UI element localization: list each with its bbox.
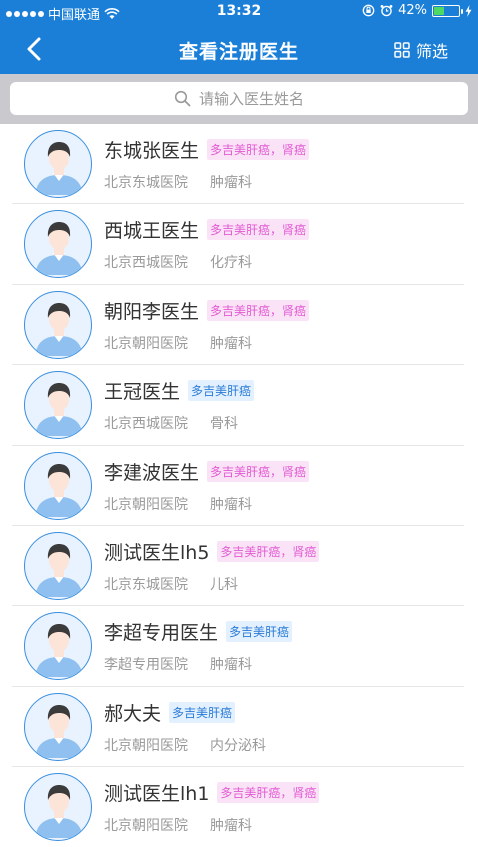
doctor-name-line: 李建波医生 多吉美肝癌，肾癌 xyxy=(104,458,310,485)
doctor-avatar-icon xyxy=(35,624,83,678)
doctor-name-line: 测试医生lh5 多吉美肝癌，肾癌 xyxy=(104,538,320,565)
disease-tag: 多吉美肝癌，肾癌 xyxy=(207,460,310,482)
disease-tag: 多吉美肝癌 xyxy=(188,380,255,402)
doctor-avatar-icon xyxy=(35,704,83,758)
department-name: 肿瘤科 xyxy=(210,657,252,674)
doctor-meta: 北京朝阳医院 肿瘤科 xyxy=(104,494,252,514)
battery-percent: 42% xyxy=(398,3,427,18)
disease-tag: 多吉美肝癌，肾癌 xyxy=(217,782,320,804)
hospital-name: 北京东城医院 xyxy=(104,576,188,593)
doctor-name: 王冠医生 xyxy=(104,381,181,404)
department-name: 内分泌科 xyxy=(210,737,266,754)
avatar xyxy=(24,612,92,681)
doctor-avatar-icon xyxy=(35,463,83,517)
avatar xyxy=(24,531,92,600)
doctor-name: 李建波医生 xyxy=(104,461,200,484)
doctor-list: 东城张医生 多吉美肝癌，肾癌 北京东城医院 肿瘤科 西城王医生 多吉美肝癌，肾癌… xyxy=(0,124,478,847)
hospital-name: 北京朝阳医院 xyxy=(104,496,188,513)
disease-tag: 多吉美肝癌，肾癌 xyxy=(217,540,320,562)
hospital-name: 北京朝阳医院 xyxy=(104,818,188,835)
doctor-list-item[interactable]: 李建波医生 多吉美肝癌，肾癌 北京朝阳医院 肿瘤科 xyxy=(0,446,478,526)
doctor-name-line: 测试医生lh1 多吉美肝癌，肾癌 xyxy=(104,779,320,806)
doctor-avatar-icon xyxy=(35,142,83,195)
doctor-list-item[interactable]: 测试医生lh1 多吉美肝癌，肾癌 北京朝阳医院 肿瘤科 xyxy=(0,767,478,847)
doctor-meta: 北京东城医院 肿瘤科 xyxy=(104,172,252,192)
doctor-name: 朝阳李医生 xyxy=(104,300,200,323)
department-name: 化疗科 xyxy=(210,255,252,272)
doctor-name: 测试医生lh5 xyxy=(104,541,210,564)
avatar xyxy=(24,210,92,279)
doctor-name: 郝大夫 xyxy=(104,702,162,725)
alarm-icon xyxy=(380,5,393,17)
rotation-lock-icon xyxy=(362,4,375,17)
app-header: 中国联通 13:32 42% 查看注册医生 筛选 xyxy=(0,0,478,74)
doctor-list-item[interactable]: 西城王医生 多吉美肝癌，肾癌 北京西城医院 化疗科 xyxy=(0,204,478,285)
disease-tag: 多吉美肝癌 xyxy=(226,621,293,643)
doctor-name-line: 王冠医生 多吉美肝癌 xyxy=(104,377,255,404)
hospital-name: 北京东城医院 xyxy=(104,175,188,191)
doctor-avatar-icon xyxy=(35,302,83,356)
search-input[interactable]: 请输入医生姓名 xyxy=(10,82,468,115)
disease-tag: 多吉美肝癌，肾癌 xyxy=(207,299,310,321)
doctor-name: 测试医生lh1 xyxy=(104,783,210,806)
doctor-name: 西城王医生 xyxy=(104,220,200,243)
hospital-name: 北京西城医院 xyxy=(104,255,188,272)
doctor-list-item[interactable]: 测试医生lh5 多吉美肝癌，肾癌 北京东城医院 儿科 xyxy=(0,526,478,607)
doctor-meta: 北京朝阳医院 肿瘤科 xyxy=(104,815,252,835)
hospital-name: 北京西城医院 xyxy=(104,416,188,433)
doctor-meta: 李超专用医院 肿瘤科 xyxy=(104,654,252,674)
department-name: 骨科 xyxy=(210,416,238,433)
doctor-list-item[interactable]: 李超专用医生 多吉美肝癌 李超专用医院 肿瘤科 xyxy=(0,606,478,687)
status-right: 42% xyxy=(362,3,472,18)
doctor-name-line: 东城张医生 多吉美肝癌，肾癌 xyxy=(104,136,310,163)
doctor-meta: 北京西城医院 化疗科 xyxy=(104,252,252,272)
doctor-name-line: 西城王医生 多吉美肝癌，肾癌 xyxy=(104,216,310,243)
doctor-meta: 北京朝阳医院 肿瘤科 xyxy=(104,333,252,353)
doctor-name: 东城张医生 xyxy=(104,140,200,162)
doctor-name-line: 李超专用医生 多吉美肝癌 xyxy=(104,618,293,645)
disease-tag: 多吉美肝癌 xyxy=(169,701,236,723)
nav-bar: 查看注册医生 筛选 xyxy=(0,24,478,74)
battery-icon xyxy=(432,4,463,17)
status-bar: 中国联通 13:32 42% xyxy=(0,0,478,24)
department-name: 儿科 xyxy=(210,576,238,593)
doctor-list-item[interactable]: 郝大夫 多吉美肝癌 北京朝阳医院 内分泌科 xyxy=(0,687,478,768)
doctor-avatar-icon xyxy=(35,383,83,437)
disease-tag: 多吉美肝癌，肾癌 xyxy=(207,219,310,241)
grid-filter-icon xyxy=(394,42,410,58)
doctor-name-line: 朝阳李医生 多吉美肝癌，肾癌 xyxy=(104,297,310,324)
charging-icon xyxy=(465,4,472,17)
avatar xyxy=(24,371,92,440)
avatar xyxy=(24,290,92,359)
doctor-avatar-icon xyxy=(35,543,83,597)
doctor-avatar-icon xyxy=(35,222,83,276)
hospital-name: 北京朝阳医院 xyxy=(104,335,188,352)
search-placeholder: 请输入医生姓名 xyxy=(198,90,304,108)
doctor-avatar-icon xyxy=(35,785,83,839)
hospital-name: 李超专用医院 xyxy=(104,657,188,674)
doctor-name: 李超专用医生 xyxy=(104,622,219,645)
doctor-meta: 北京东城医院 儿科 xyxy=(104,574,238,594)
filter-label: 筛选 xyxy=(415,42,448,61)
department-name: 肿瘤科 xyxy=(210,175,252,191)
disease-tag: 多吉美肝癌，肾癌 xyxy=(207,139,310,160)
doctor-list-item[interactable]: 东城张医生 多吉美肝癌，肾癌 北京东城医院 肿瘤科 xyxy=(0,124,478,205)
avatar xyxy=(24,692,92,761)
department-name: 肿瘤科 xyxy=(210,335,252,352)
avatar xyxy=(24,451,92,520)
doctor-list-item[interactable]: 王冠医生 多吉美肝癌 北京西城医院 骨科 xyxy=(0,365,478,446)
filter-button[interactable]: 筛选 xyxy=(394,38,448,62)
doctor-list-item[interactable]: 朝阳李医生 多吉美肝癌，肾癌 北京朝阳医院 肿瘤科 xyxy=(0,285,478,366)
search-icon xyxy=(174,90,191,107)
doctor-meta: 北京西城医院 骨科 xyxy=(104,413,238,433)
search-area: 请输入医生姓名 xyxy=(0,74,478,124)
department-name: 肿瘤科 xyxy=(210,496,252,513)
department-name: 肿瘤科 xyxy=(210,818,252,835)
doctor-name-line: 郝大夫 多吉美肝癌 xyxy=(104,699,236,726)
avatar xyxy=(24,130,92,198)
avatar xyxy=(24,773,92,842)
doctor-meta: 北京朝阳医院 内分泌科 xyxy=(104,735,266,755)
hospital-name: 北京朝阳医院 xyxy=(104,737,188,754)
